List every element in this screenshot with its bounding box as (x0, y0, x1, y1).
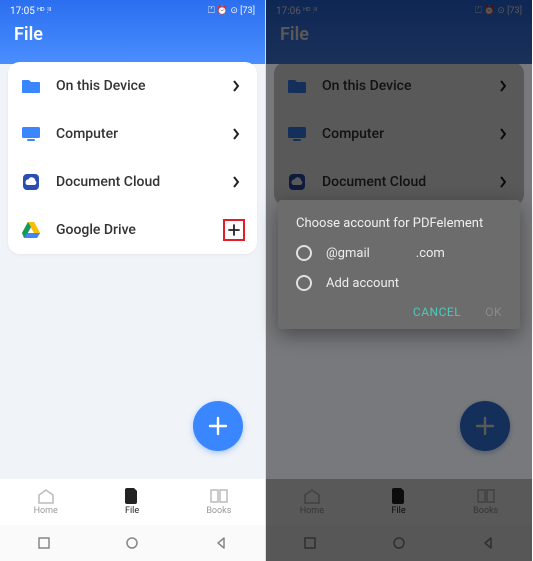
nav-recent-icon[interactable] (36, 535, 52, 551)
chevron-right-icon (227, 173, 245, 191)
status-indicators: ⏍ ⏰ ⊙ [73] (208, 6, 255, 16)
tab-home[interactable]: Home (300, 488, 324, 516)
screen-file-sources: 17:05 ᴴᴰ ⫶ᴵᴵ ⏍ ⏰ ⊙ [73] File On this Dev… (0, 0, 266, 561)
tab-label: Home (300, 506, 324, 516)
source-label: Computer (56, 126, 227, 142)
android-nav (0, 525, 265, 561)
content: On this Device Computer Document Cloud (0, 64, 265, 561)
tab-label: File (391, 506, 405, 516)
nav-back-icon[interactable] (213, 535, 229, 551)
source-google-drive[interactable]: Google Drive (8, 206, 257, 254)
tab-label: File (125, 506, 139, 516)
add-fab[interactable] (460, 401, 510, 451)
sources-card: On this Device Computer Document Cloud (274, 62, 524, 206)
source-on-this-device[interactable]: On this Device (8, 62, 257, 110)
source-computer[interactable]: Computer (8, 110, 257, 158)
add-account-label: Add account (326, 276, 399, 291)
account-option-add[interactable]: Add account (296, 275, 502, 291)
source-label: On this Device (56, 78, 227, 94)
source-on-this-device[interactable]: On this Device (274, 62, 524, 110)
dialog-actions: CANCEL OK (296, 305, 502, 319)
bottom-tabs: Home File Books (266, 479, 532, 525)
nav-home-icon[interactable] (391, 535, 407, 551)
tab-books[interactable]: Books (473, 488, 498, 516)
dialog-title: Choose account for PDFelement (296, 216, 502, 231)
bottom-tabs: Home File Books (0, 479, 265, 525)
sources-card: On this Device Computer Document Cloud (8, 62, 257, 254)
chevron-right-icon (494, 125, 512, 143)
screen-account-picker: 17:06 ᴴᴰ ⫶ᴵᴵ ⏍ ⏰ ⊙ [73] File On this Dev… (266, 0, 532, 561)
source-label: On this Device (322, 78, 494, 94)
add-fab[interactable] (193, 401, 243, 451)
folder-icon (286, 75, 308, 97)
chevron-right-icon (227, 77, 245, 95)
computer-icon (20, 123, 42, 145)
nav-back-icon[interactable] (480, 535, 496, 551)
account-email: .com @gmail (326, 246, 445, 261)
tab-file[interactable]: File (391, 488, 405, 516)
google-drive-icon (20, 219, 42, 241)
radio-icon (296, 245, 312, 261)
document-cloud-icon (20, 171, 42, 193)
chevron-right-icon (494, 173, 512, 191)
folder-icon (20, 75, 42, 97)
tab-label: Books (473, 506, 498, 516)
tab-home[interactable]: Home (34, 488, 58, 516)
status-bar: 17:05 ᴴᴰ ⫶ᴵᴵ ⏍ ⏰ ⊙ [73] (10, 4, 255, 18)
radio-icon (296, 275, 312, 291)
computer-icon (286, 123, 308, 145)
tab-label: Home (34, 506, 58, 516)
source-label: Computer (322, 126, 494, 142)
add-google-drive-button[interactable] (223, 219, 245, 241)
chevron-right-icon (227, 125, 245, 143)
source-document-cloud[interactable]: Document Cloud (274, 158, 524, 206)
source-label: Document Cloud (322, 174, 494, 190)
tab-file[interactable]: File (125, 488, 139, 516)
android-nav (266, 525, 532, 561)
source-label: Google Drive (56, 222, 223, 238)
page-title: File (276, 24, 522, 45)
status-bar: 17:06 ᴴᴰ ⫶ᴵᴵ ⏍ ⏰ ⊙ [73] (276, 4, 522, 18)
nav-home-icon[interactable] (124, 535, 140, 551)
source-document-cloud[interactable]: Document Cloud (8, 158, 257, 206)
account-option-existing[interactable]: .com @gmail (296, 245, 502, 261)
cancel-button[interactable]: CANCEL (413, 305, 461, 319)
tab-books[interactable]: Books (206, 488, 231, 516)
document-cloud-icon (286, 171, 308, 193)
status-time: 17:06 ᴴᴰ ⫶ᴵᴵ (276, 6, 317, 17)
header: 17:06 ᴴᴰ ⫶ᴵᴵ ⏍ ⏰ ⊙ [73] File (266, 0, 532, 64)
status-indicators: ⏍ ⏰ ⊙ [73] (475, 6, 522, 16)
source-label: Document Cloud (56, 174, 227, 190)
nav-recent-icon[interactable] (302, 535, 318, 551)
ok-button[interactable]: OK (485, 305, 502, 319)
chevron-right-icon (494, 77, 512, 95)
status-time: 17:05 ᴴᴰ ⫶ᴵᴵ (10, 6, 51, 17)
header: 17:05 ᴴᴰ ⫶ᴵᴵ ⏍ ⏰ ⊙ [73] File (0, 0, 265, 64)
source-computer[interactable]: Computer (274, 110, 524, 158)
page-title: File (10, 24, 255, 45)
account-picker-dialog: Choose account for PDFelement .com @gmai… (278, 200, 520, 329)
tab-label: Books (206, 506, 231, 516)
